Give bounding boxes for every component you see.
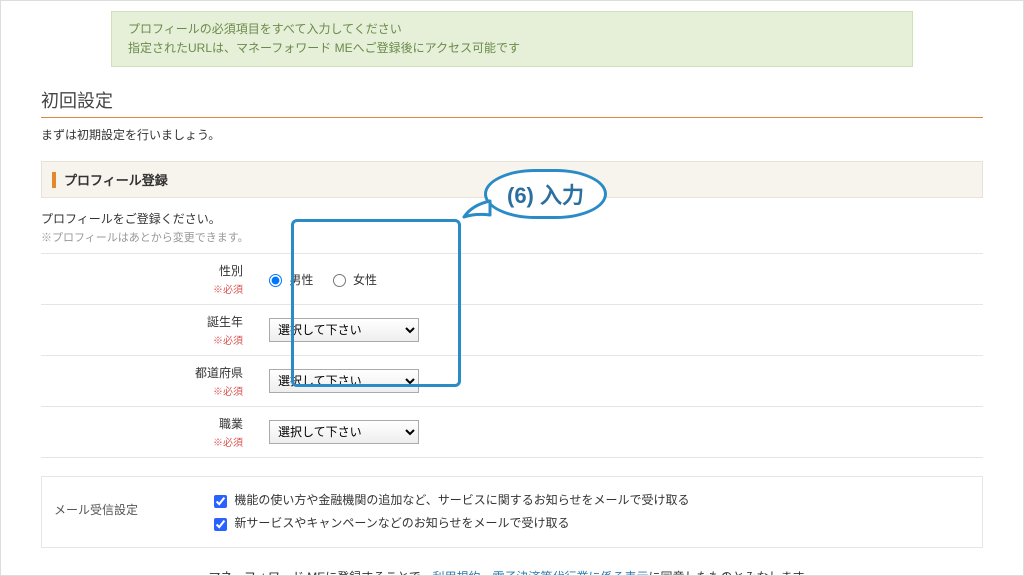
subtitle: まずは初期設定を行いましょう。 <box>41 126 983 143</box>
prefecture-label: 都道府県 <box>195 366 243 380</box>
consent-text: マネーフォワード MEに登録することで、利用規約、電子決済等代行業に係る表示に同… <box>41 568 983 576</box>
radio-male-label[interactable]: 男性 <box>269 273 317 287</box>
profile-form: 性別 ※必須 男性 女性 誕生年 ※必須 <box>41 253 983 458</box>
prefecture-select[interactable]: 選択して下さい <box>269 369 419 393</box>
radio-male-text: 男性 <box>289 273 313 287</box>
mail-check2[interactable] <box>214 518 227 531</box>
mail-check1-text: 機能の使い方や金融機関の追加など、サービスに関するお知らせをメールで受け取る <box>234 493 689 507</box>
alert-line1: プロフィールの必須項目をすべて入力してください <box>128 20 896 39</box>
terms-link[interactable]: 利用規約 <box>432 570 480 576</box>
payment-link[interactable]: 電子決済等代行業に係る表示 <box>492 570 648 576</box>
section-header: プロフィール登録 <box>41 161 983 198</box>
alert-line2: 指定されたURLは、マネーフォワード MEへご登録後にアクセス可能です <box>128 39 896 58</box>
row-birthyear: 誕生年 ※必須 選択して下さい <box>41 305 983 356</box>
row-occupation: 職業 ※必須 選択して下さい <box>41 407 983 458</box>
required-badge: ※必須 <box>49 281 243 296</box>
page-container: プロフィールの必須項目をすべて入力してください 指定されたURLは、マネーフォワ… <box>0 0 1024 576</box>
row-prefecture: 都道府県 ※必須 選択して下さい <box>41 356 983 407</box>
consent-sep: 、 <box>480 570 492 576</box>
divider <box>41 117 983 118</box>
required-badge: ※必須 <box>49 434 243 449</box>
accent-bar <box>52 172 56 188</box>
mail-label: メール受信設定 <box>42 477 202 547</box>
radio-female[interactable] <box>333 274 346 287</box>
mail-settings: メール受信設定 機能の使い方や金融機関の追加など、サービスに関するお知らせをメー… <box>41 476 983 548</box>
mail-check2-text: 新サービスやキャンペーンなどのお知らせをメールで受け取る <box>234 516 569 530</box>
section-header-text: プロフィール登録 <box>64 170 168 189</box>
required-badge: ※必須 <box>49 383 243 398</box>
birthyear-select[interactable]: 選択して下さい <box>269 318 419 342</box>
radio-male[interactable] <box>269 274 282 287</box>
radio-female-label[interactable]: 女性 <box>333 273 377 287</box>
row-gender: 性別 ※必須 男性 女性 <box>41 254 983 305</box>
consent-suffix: に同意したものとみなします。 <box>649 570 816 576</box>
birthyear-label: 誕生年 <box>207 315 243 329</box>
gender-label: 性別 <box>219 264 243 278</box>
hint: ※プロフィールはあとから変更できます。 <box>41 229 983 245</box>
occupation-label: 職業 <box>219 417 243 431</box>
mail-check1[interactable] <box>214 495 227 508</box>
page-title: 初回設定 <box>41 87 983 113</box>
required-badge: ※必須 <box>49 332 243 347</box>
consent-prefix: マネーフォワード MEに登録することで、 <box>209 570 433 576</box>
alert-banner: プロフィールの必須項目をすべて入力してください 指定されたURLは、マネーフォワ… <box>111 11 913 67</box>
instruction: プロフィールをご登録ください。 <box>41 210 983 227</box>
occupation-select[interactable]: 選択して下さい <box>269 420 419 444</box>
radio-female-text: 女性 <box>353 273 377 287</box>
